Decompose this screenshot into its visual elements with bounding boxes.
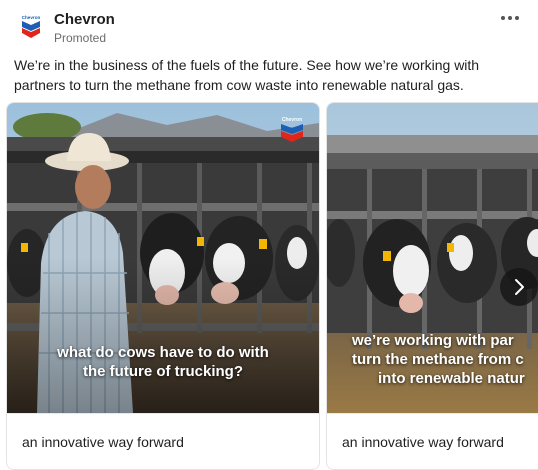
carousel-card[interactable]: Chevron what do cows have to do with the…: [6, 102, 320, 470]
card-footer[interactable]: an innovative way forward: [327, 413, 538, 469]
post-header: Chevron Chevron Promoted: [0, 0, 538, 52]
author-name[interactable]: Chevron: [54, 11, 115, 28]
chevron-watermark-logo: Chevron: [279, 115, 305, 143]
video-caption: what do cows have to do with the future …: [7, 343, 319, 381]
more-dot-icon: [508, 16, 512, 20]
caption-line: the future of trucking?: [83, 363, 243, 380]
carousel: Chevron what do cows have to do with the…: [6, 102, 538, 470]
carousel-next-button[interactable]: [500, 268, 538, 306]
more-dot-icon: [515, 16, 519, 20]
svg-text:Chevron: Chevron: [22, 15, 41, 20]
more-dot-icon: [501, 16, 505, 20]
more-options-button[interactable]: [498, 10, 522, 26]
caption-line: what do cows have to do with: [57, 344, 269, 361]
card-image[interactable]: Chevron what do cows have to do with the…: [7, 103, 319, 413]
card-title[interactable]: an innovative way forward: [342, 434, 504, 450]
svg-text:Chevron: Chevron: [282, 117, 302, 123]
promoted-label: Promoted: [54, 31, 107, 45]
chevron-right-icon: [515, 279, 524, 295]
post-text: We’re in the business of the fuels of th…: [14, 57, 480, 93]
caption-line: turn the methane from c: [352, 351, 524, 368]
video-caption: we’re working with par turn the methane …: [352, 331, 538, 388]
card-footer[interactable]: an innovative way forward: [7, 413, 319, 469]
caption-line: we’re working with par: [352, 332, 514, 349]
card-image[interactable]: we’re working with par turn the methane …: [327, 103, 538, 413]
card-title[interactable]: an innovative way forward: [22, 434, 184, 450]
chevron-logo[interactable]: Chevron: [18, 13, 44, 39]
caption-line: into renewable natur: [378, 370, 525, 387]
